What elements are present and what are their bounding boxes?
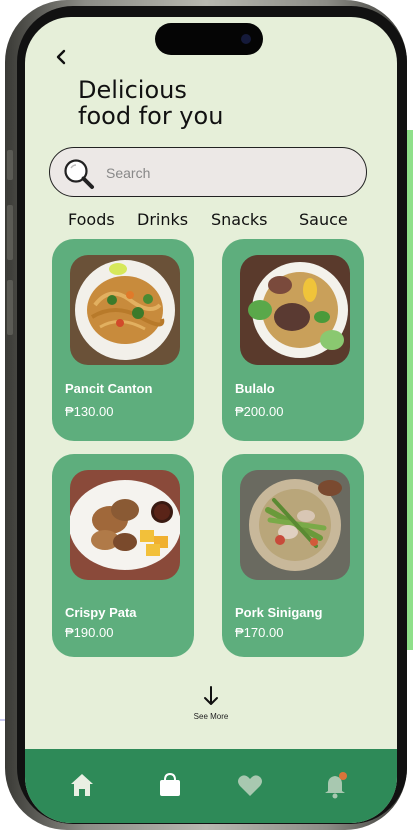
see-more-label: See More	[193, 712, 229, 721]
tab-sauce[interactable]: Sauce	[299, 210, 348, 229]
product-price: ₱130.00	[65, 404, 114, 419]
product-name: Crispy Pata	[65, 605, 137, 620]
phone-side-button	[7, 150, 13, 180]
nav-notifications[interactable]	[322, 771, 350, 799]
heart-icon	[238, 775, 262, 796]
shopping-bag-icon	[160, 772, 180, 796]
product-price: ₱170.00	[235, 625, 284, 640]
search-icon	[64, 159, 94, 189]
tab-drinks[interactable]: Drinks	[137, 210, 188, 229]
bottom-nav	[25, 749, 397, 823]
product-card[interactable]: Crispy Pata ₱190.00	[52, 454, 194, 657]
food-image	[70, 255, 180, 365]
food-image	[70, 470, 180, 580]
app-screen: Delicious food for you Foods Drinks Snac…	[25, 17, 397, 823]
food-image	[240, 470, 350, 580]
product-name: Bulalo	[235, 381, 275, 396]
page-title: Delicious food for you	[78, 76, 224, 130]
chevron-left-icon	[56, 49, 66, 65]
product-price: ₱200.00	[235, 404, 284, 419]
phone-side-button	[7, 280, 13, 335]
product-name: Pancit Canton	[65, 381, 153, 396]
nav-home[interactable]	[68, 771, 96, 799]
see-more-button[interactable]: See More	[175, 685, 247, 721]
back-button[interactable]	[49, 45, 73, 69]
food-image	[240, 255, 350, 365]
notification-dot	[339, 772, 347, 780]
camera-icon	[241, 34, 251, 44]
dynamic-island	[155, 23, 263, 55]
tab-foods[interactable]: Foods	[68, 210, 115, 229]
product-price: ₱190.00	[65, 625, 114, 640]
bell-icon	[325, 772, 347, 799]
search-input[interactable]	[104, 148, 358, 197]
phone-side-button	[7, 205, 13, 260]
product-card[interactable]: Pancit Canton ₱130.00	[52, 239, 194, 441]
nav-cart[interactable]	[156, 771, 184, 799]
product-card[interactable]: Bulalo ₱200.00	[222, 239, 364, 441]
nav-favorites[interactable]	[236, 771, 264, 799]
home-icon	[71, 774, 93, 796]
product-name: Pork Sinigang	[235, 605, 323, 620]
product-card[interactable]: Pork Sinigang ₱170.00	[222, 454, 364, 657]
arrow-down-icon	[204, 686, 218, 705]
tab-snacks[interactable]: Snacks	[211, 210, 268, 229]
search-bar[interactable]	[49, 147, 367, 197]
